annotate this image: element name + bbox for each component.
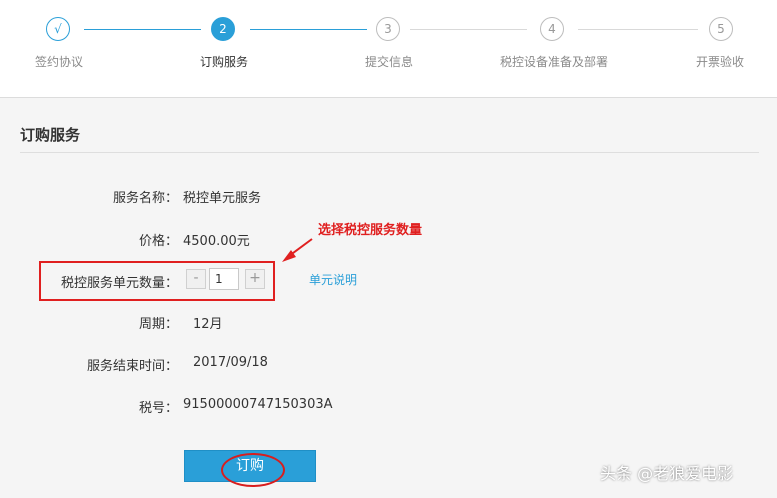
step-3-label: 提交信息 — [364, 55, 414, 69]
step-4-label: 税控设备准备及部署 — [499, 55, 609, 69]
watermark-text: 头条 @老狼爱电影 — [600, 464, 734, 483]
step-1-check-icon: √ — [46, 17, 70, 41]
step-5-number: 5 — [709, 17, 733, 41]
step-3-number: 3 — [376, 17, 400, 41]
order-button-highlight-circle — [221, 453, 285, 487]
quantity-increment-button[interactable]: + — [245, 269, 265, 289]
price-value: 4500.00元 — [183, 234, 250, 249]
step-2-number: 2 — [211, 17, 235, 41]
tax-id-value: 91500000747150303A — [183, 397, 333, 412]
step-connector — [84, 29, 201, 30]
tax-id-label: 税号： — [138, 401, 178, 416]
annotation-text: 选择税控服务数量 — [318, 223, 423, 238]
progress-stepper: √ 2 3 4 5 签约协议 订购服务 提交信息 税控设备准备及部署 开票验收 — [0, 0, 777, 97]
step-2-label: 订购服务 — [199, 55, 249, 69]
service-end-time-label: 服务结束时间： — [86, 359, 178, 374]
quantity-decrement-button[interactable]: - — [186, 269, 206, 289]
panel-title: 订购服务 — [20, 126, 81, 144]
service-name-value: 税控单元服务 — [183, 191, 262, 206]
step-5-label: 开票验收 — [695, 55, 745, 69]
period-label: 周期： — [138, 317, 178, 332]
step-connector — [578, 29, 698, 30]
service-name-label: 服务名称： — [112, 191, 178, 206]
service-end-time-value: 2017/09/18 — [193, 355, 268, 370]
unit-description-link[interactable]: 单元说明 — [309, 271, 357, 288]
step-1-label: 签约协议 — [34, 55, 84, 69]
quantity-label: 税控服务单元数量： — [60, 276, 178, 291]
panel-divider — [20, 152, 759, 153]
step-connector — [410, 29, 527, 30]
period-value: 12月 — [193, 317, 223, 332]
price-label: 价格： — [138, 234, 178, 249]
step-connector — [250, 29, 367, 30]
quantity-input[interactable]: 1 — [209, 268, 239, 290]
order-service-panel: 订购服务 服务名称： 税控单元服务 价格： 4500.00元 税控服务单元数量：… — [0, 97, 777, 498]
step-4-number: 4 — [540, 17, 564, 41]
